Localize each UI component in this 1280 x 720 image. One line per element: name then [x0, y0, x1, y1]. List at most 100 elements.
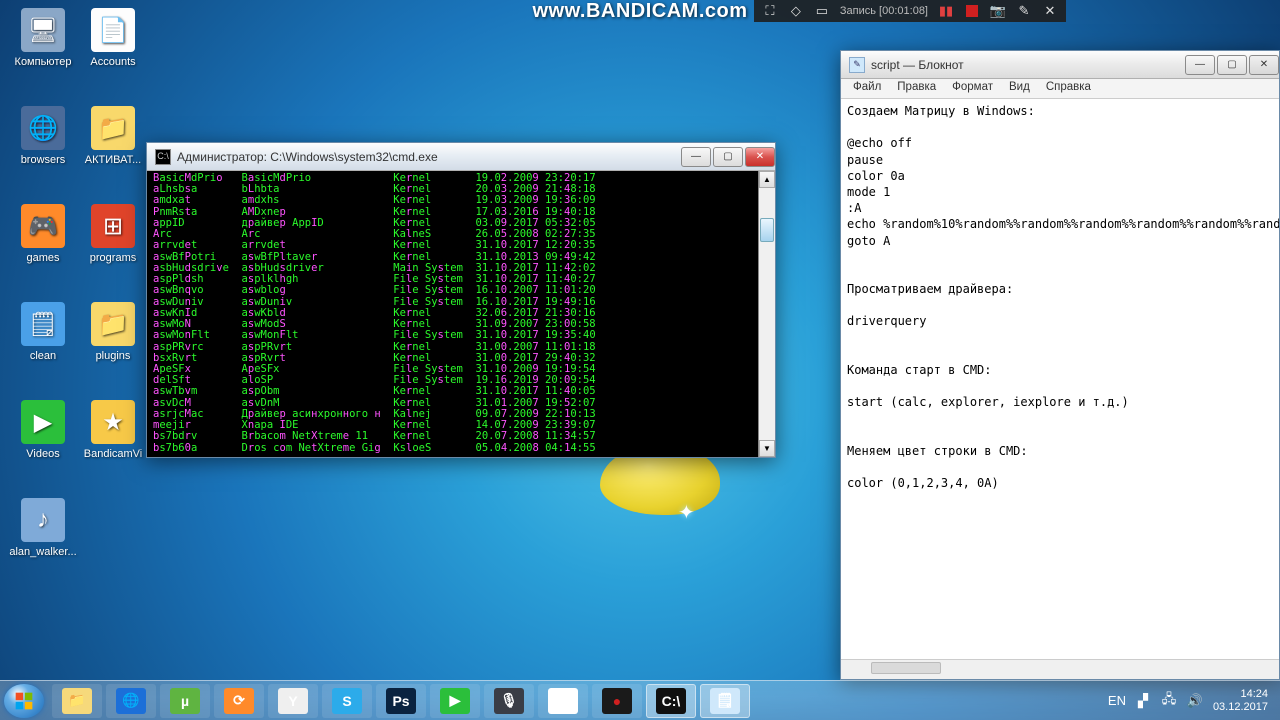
bandicam-camera-icon[interactable]: 📷	[990, 3, 1006, 19]
taskbar-item-icon: ⟳	[224, 688, 254, 714]
taskbar-item-10[interactable]: ●	[592, 684, 642, 718]
cmd-close-button[interactable]: ✕	[745, 147, 775, 167]
icon-label: programs	[78, 252, 148, 265]
tray-clock[interactable]: 14:24 03.12.2017	[1213, 688, 1268, 712]
tray-network-icon[interactable]: 🖧	[1161, 693, 1177, 709]
desktop-icon-browsers[interactable]: 🌐browsers	[8, 106, 78, 167]
bandicam-fullscreen-icon[interactable]: ⛶	[762, 3, 778, 19]
icon-glyph: 📁	[91, 106, 135, 150]
notepad-minimize-button[interactable]: —	[1185, 55, 1215, 75]
desktop-icon-активат-[interactable]: 📁 АКТИВАТ...	[78, 106, 148, 167]
cmd-scrollbar[interactable]: ▲ ▼	[758, 171, 775, 457]
tray-date: 03.12.2017	[1213, 701, 1268, 713]
notepad-close-button[interactable]: ✕	[1249, 55, 1279, 75]
icon-glyph: ⊞	[91, 204, 135, 248]
cmd-icon: C:\	[155, 149, 171, 165]
taskbar-item-11[interactable]: C:\	[646, 684, 696, 718]
notepad-menu-файл[interactable]: Файл	[845, 79, 889, 98]
tray-lang[interactable]: EN	[1109, 693, 1125, 709]
bandicam-pause-icon[interactable]: ▮▮	[938, 3, 954, 19]
desktop-icon-plugins[interactable]: 📁plugins	[78, 302, 148, 363]
icon-glyph: ♪	[21, 498, 65, 542]
taskbar-item-icon: 🌐	[116, 688, 146, 714]
system-tray: EN ▞ 🖧 🔊 14:24 03.12.2017	[1109, 688, 1276, 712]
icon-glyph: 🌐	[21, 106, 65, 150]
icon-label: Videos	[8, 448, 78, 461]
icon-label: clean	[8, 350, 78, 363]
icon-glyph: ★	[91, 400, 135, 444]
cmd-maximize-button[interactable]: ▢	[713, 147, 743, 167]
taskbar-item-1[interactable]: 🌐	[106, 684, 156, 718]
taskbar-item-icon: S	[332, 688, 362, 714]
cmd-window: C:\ Администратор: C:\Windows\system32\c…	[146, 142, 776, 458]
notepad-window: ✎ script — Блокнот — ▢ ✕ ФайлПравкаФорма…	[840, 50, 1280, 680]
taskbar-item-icon: C:\	[656, 688, 686, 714]
icon-glyph: 🗒	[21, 302, 65, 346]
notepad-text-area[interactable]: Создаем Матрицу в Windows: @echo off pau…	[841, 99, 1279, 659]
cmd-client-area: BasicMdPrio BasicMdPrio Kernel 19.02.200…	[147, 171, 775, 457]
bandicam-draw-icon[interactable]: ✎	[1016, 3, 1032, 19]
taskbar-item-3[interactable]: ⟳	[214, 684, 264, 718]
taskbar-item-icon: ▶	[440, 688, 470, 714]
bandicam-watermark: www.BANDICAM.com	[532, 0, 747, 23]
desktop-icon-bandicamvi[interactable]: ★ BandicamVi	[78, 400, 148, 461]
cmd-title: Администратор: C:\Windows\system32\cmd.e…	[177, 150, 679, 164]
icon-label: АКТИВАТ...	[78, 154, 148, 167]
notepad-titlebar[interactable]: ✎ script — Блокнот — ▢ ✕	[841, 51, 1279, 79]
taskbar-item-icon: ◯	[548, 688, 578, 714]
desktop: 🖥Компьютер 📄 Accounts 🌐browsers 📁 АКТИВАТ... 🎮…	[0, 0, 1280, 680]
taskbar-item-2[interactable]: µ	[160, 684, 210, 718]
desktop-icon-компьютер[interactable]: 🖥Компьютер	[8, 8, 78, 69]
notepad-maximize-button[interactable]: ▢	[1217, 55, 1247, 75]
tray-time: 14:24	[1213, 688, 1268, 700]
wallpaper-sparkle-decoration: ✦	[678, 500, 700, 522]
desktop-icon-videos[interactable]: ▶ Videos	[8, 400, 78, 461]
bandicam-stop-icon[interactable]	[964, 3, 980, 19]
desktop-icon-programs[interactable]: ⊞ programs	[78, 204, 148, 265]
cmd-scroll-track[interactable]	[759, 188, 775, 440]
start-button[interactable]	[4, 684, 44, 718]
icon-label: Accounts	[78, 56, 148, 69]
taskbar-item-12[interactable]: 🗒	[700, 684, 750, 718]
notepad-menu-вид[interactable]: Вид	[1001, 79, 1038, 98]
cmd-minimize-button[interactable]: —	[681, 147, 711, 167]
cmd-scroll-thumb[interactable]	[760, 218, 774, 242]
icon-glyph: 📄	[91, 8, 135, 52]
tray-volume-icon[interactable]: 🔊	[1187, 693, 1203, 709]
desktop-icon-clean[interactable]: 🗒 clean	[8, 302, 78, 363]
cmd-scroll-up[interactable]: ▲	[759, 171, 775, 188]
tray-flag-icon[interactable]: ▞	[1135, 693, 1151, 709]
notepad-hscrollbar[interactable]	[841, 659, 1279, 676]
taskbar-item-6[interactable]: Ps	[376, 684, 426, 718]
icon-label: Компьютер	[8, 56, 78, 69]
bandicam-region-icon[interactable]: ◇	[788, 3, 804, 19]
bandicam-rect-icon[interactable]: ▭	[814, 3, 830, 19]
icon-label: alan_walker...	[8, 546, 78, 559]
icon-glyph: 🎮	[21, 204, 65, 248]
notepad-menu-формат[interactable]: Формат	[944, 79, 1001, 98]
taskbar-item-icon: ●	[602, 688, 632, 714]
desktop-icon-alan-walker-[interactable]: ♪ alan_walker...	[8, 498, 78, 559]
desktop-icon-games[interactable]: 🎮 games	[8, 204, 78, 265]
bandicam-close-icon[interactable]: ✕	[1042, 3, 1058, 19]
taskbar-item-8[interactable]: 🎙	[484, 684, 534, 718]
taskbar-item-icon: 🎙	[494, 688, 524, 714]
taskbar-item-9[interactable]: ◯	[538, 684, 588, 718]
notepad-icon: ✎	[849, 57, 865, 73]
icon-glyph: ▶	[21, 400, 65, 444]
taskbar-item-icon: Y	[278, 688, 308, 714]
icon-label: BandicamVi	[78, 448, 148, 461]
notepad-menu-справка[interactable]: Справка	[1038, 79, 1099, 98]
taskbar-item-5[interactable]: S	[322, 684, 372, 718]
desktop-icon-accounts[interactable]: 📄 Accounts	[78, 8, 148, 69]
cmd-scroll-down[interactable]: ▼	[759, 440, 775, 457]
notepad-menu-правка[interactable]: Правка	[889, 79, 944, 98]
taskbar-item-4[interactable]: Y	[268, 684, 318, 718]
cmd-titlebar[interactable]: C:\ Администратор: C:\Windows\system32\c…	[147, 143, 775, 171]
taskbar-item-icon: 🗒	[710, 688, 740, 714]
taskbar-item-7[interactable]: ▶	[430, 684, 480, 718]
icon-label: games	[8, 252, 78, 265]
notepad-hscroll-thumb[interactable]	[871, 662, 941, 674]
cmd-output[interactable]: BasicMdPrio BasicMdPrio Kernel 19.02.200…	[147, 171, 758, 457]
taskbar-item-0[interactable]: 📁	[52, 684, 102, 718]
